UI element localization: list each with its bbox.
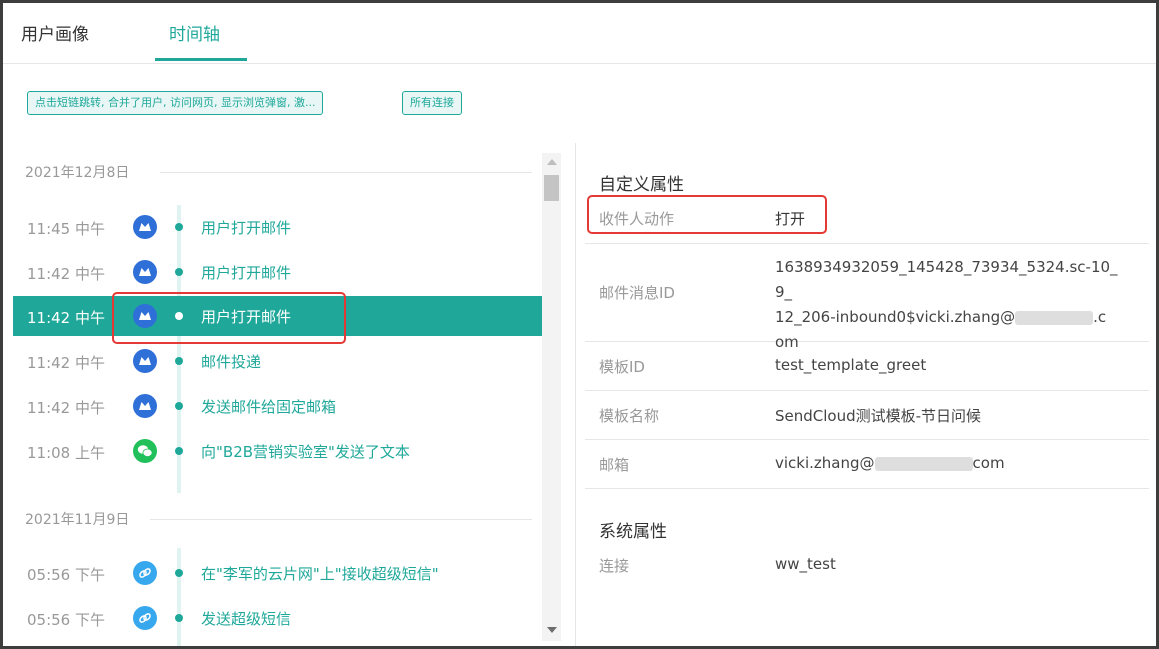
event-title: 向"B2B营销实验室"发送了文本: [201, 443, 410, 461]
event-time: 11:08 上午: [27, 444, 105, 462]
attr-value: vicki.zhang@ com: [775, 454, 1005, 472]
active-tab-indicator: [155, 58, 247, 61]
message-id-text: 12_206-inbound0$vicki.zhang@: [775, 308, 1016, 326]
date-header: 2021年11月9日: [25, 509, 532, 529]
sms-link-icon: [133, 606, 157, 630]
mail-icon: [133, 215, 157, 239]
scrollbar-thumb[interactable]: [544, 175, 559, 201]
mail-icon: [133, 349, 157, 373]
attr-value: 打开: [775, 210, 806, 228]
event-title: 用户打开邮件: [201, 264, 292, 282]
event-title: 发送邮件给固定邮箱: [201, 398, 337, 416]
date-label: 2021年12月8日: [25, 165, 130, 181]
attr-value: test_template_greet: [775, 356, 927, 374]
event-type-filter[interactable]: 点击短链跳转, 合并了用户, 访问网页, 显示浏览弹窗, 激...: [27, 91, 324, 115]
attr-row-connection: 连接 ww_test: [585, 545, 1149, 585]
app-window: 用户画像 时间轴 点击短链跳转, 合并了用户, 访问网页, 显示浏览弹窗, 激.…: [0, 0, 1159, 649]
timeline-dot: [175, 223, 183, 231]
timeline-event-selected[interactable]: 11:42 中午 用户打开邮件: [13, 296, 542, 336]
timeline-dot: [175, 569, 183, 577]
connection-filter[interactable]: 所有连接: [402, 91, 462, 115]
tab-user-profile[interactable]: 用户画像: [21, 20, 89, 45]
wechat-icon: [133, 439, 157, 463]
event-title: 用户打开邮件: [201, 308, 292, 326]
event-time: 05:56 下午: [27, 611, 105, 629]
timeline-event[interactable]: 11:45 中午 用户打开邮件: [13, 207, 542, 247]
event-title: 发送超级短信: [201, 610, 292, 628]
message-id-line: 1638934932059_145428_73934_5324.sc-10_9_: [775, 258, 1118, 301]
timeline-event[interactable]: 05:56 下午 在"李军的云片网"上"接收超级短信": [13, 553, 542, 593]
attr-value: 1638934932059_145428_73934_5324.sc-10_9_…: [775, 255, 1125, 355]
scroll-up-arrow-icon[interactable]: [547, 159, 557, 165]
email-text: vicki.zhang@: [775, 454, 875, 472]
attr-value: SendCloud测试模板-节日问候: [775, 407, 982, 425]
attr-key: 模板ID: [599, 358, 645, 376]
timeline-event[interactable]: 11:08 上午 向"B2B营销实验室"发送了文本: [13, 431, 542, 471]
attr-key: 收件人动作: [599, 210, 675, 228]
timeline-dot: [175, 447, 183, 455]
event-time: 11:42 中午: [27, 309, 105, 327]
timeline-event[interactable]: 11:42 中午 用户打开邮件: [13, 252, 542, 292]
email-text: com: [972, 454, 1005, 472]
attr-key: 模板名称: [599, 407, 660, 425]
mail-icon: [133, 304, 157, 328]
date-label: 2021年11月9日: [25, 512, 130, 528]
sms-link-icon: [133, 561, 157, 585]
event-title: 用户打开邮件: [201, 219, 292, 237]
attr-key: 邮件消息ID: [599, 284, 675, 302]
event-title: 邮件投递: [201, 353, 262, 371]
attr-key: 连接: [599, 557, 630, 575]
timeline-event[interactable]: 11:42 中午 发送邮件给固定邮箱: [13, 386, 542, 426]
event-title: 在"李军的云片网"上"接收超级短信": [201, 565, 439, 583]
mail-icon: [133, 394, 157, 418]
panel-divider: [575, 143, 576, 646]
event-time: 11:42 中午: [27, 399, 105, 417]
attr-row-email: 邮箱 vicki.zhang@ com: [585, 440, 1149, 489]
redacted-blur: [1015, 310, 1094, 325]
attr-row-action: 收件人动作 打开: [585, 198, 1149, 244]
attr-key: 邮箱: [599, 456, 630, 474]
event-time: 11:42 中午: [27, 265, 105, 283]
date-divider: [160, 172, 532, 173]
message-id-text: .c: [1093, 308, 1107, 326]
tab-bar: 用户画像 时间轴: [3, 3, 1156, 64]
attr-row-template-id: 模板ID test_template_greet: [585, 342, 1149, 391]
timeline-dot: [175, 312, 183, 320]
timeline-dot: [175, 614, 183, 622]
attr-row-message-id: 邮件消息ID 1638934932059_145428_73934_5324.s…: [585, 244, 1149, 351]
timeline-event[interactable]: 05:56 下午 发送超级短信: [13, 598, 542, 638]
redacted-blur: [874, 456, 973, 471]
tab-timeline[interactable]: 时间轴: [169, 20, 220, 45]
timeline-panel: 2021年12月8日 11:45 中午 用户打开邮件 11:42 中午 用户打开…: [3, 143, 563, 646]
scroll-down-arrow-icon[interactable]: [547, 627, 557, 633]
date-divider: [150, 519, 532, 520]
system-attributes-heading: 系统属性: [599, 522, 667, 542]
attr-value: ww_test: [775, 555, 836, 573]
timeline-event[interactable]: 11:42 中午 邮件投递: [13, 341, 542, 381]
event-time: 11:45 中午: [27, 220, 105, 238]
event-time: 11:42 中午: [27, 354, 105, 372]
attr-row-template-name: 模板名称 SendCloud测试模板-节日问候: [585, 391, 1149, 440]
message-id-line: 12_206-inbound0$vicki.zhang@ .c: [775, 305, 1125, 330]
timeline-dot: [175, 357, 183, 365]
event-time: 05:56 下午: [27, 566, 105, 584]
timeline-scrollbar[interactable]: [542, 153, 561, 641]
timeline-dot: [175, 402, 183, 410]
mail-icon: [133, 260, 157, 284]
timeline-dot: [175, 268, 183, 276]
custom-attributes-heading: 自定义属性: [599, 175, 684, 195]
date-header: 2021年12月8日: [25, 162, 532, 182]
